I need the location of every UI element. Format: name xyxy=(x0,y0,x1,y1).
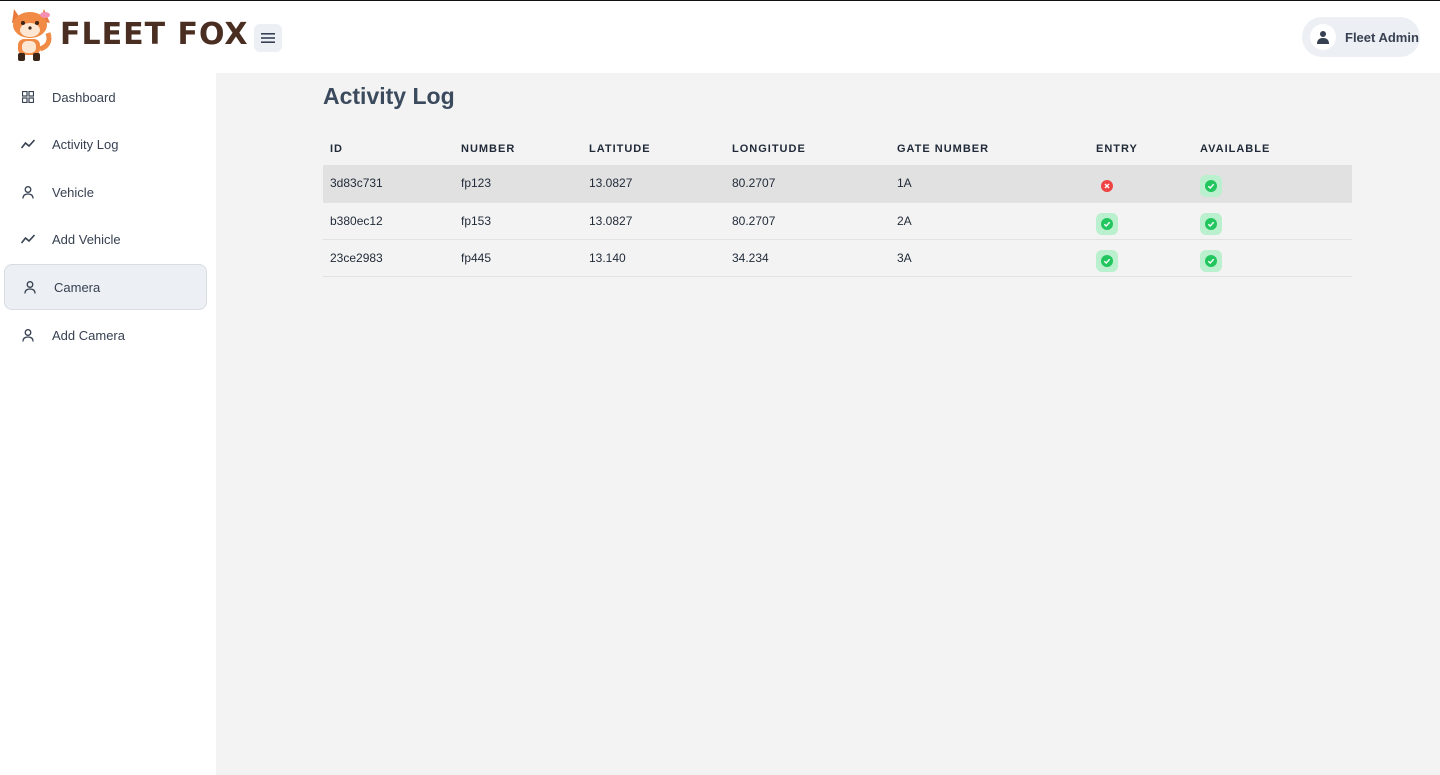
cell-gate: 2A xyxy=(890,202,1089,240)
cell-longitude: 34.234 xyxy=(725,239,890,277)
user-avatar-icon xyxy=(1317,31,1329,44)
cell-longitude: 80.2707 xyxy=(725,165,890,203)
sidebar-item-label: Dashboard xyxy=(52,89,116,105)
sidebar-item-label: Add Vehicle xyxy=(52,231,121,247)
menu-toggle-button[interactable] xyxy=(254,24,282,52)
status-badge xyxy=(1096,212,1118,235)
sidebar-item-vehicle[interactable]: Vehicle xyxy=(4,169,207,215)
user-icon xyxy=(22,279,38,295)
grid-icon xyxy=(20,89,36,105)
status-badge xyxy=(1096,175,1118,197)
user-menu-button[interactable]: Fleet Admin xyxy=(1302,17,1420,57)
check-circle-icon xyxy=(1101,217,1113,230)
sidebar-item-label: Add Camera xyxy=(52,327,125,343)
column-header-number[interactable]: NUMBER xyxy=(454,133,582,165)
check-circle-icon xyxy=(1205,180,1217,193)
check-circle-icon xyxy=(1205,254,1217,267)
cell-id: 23ce2983 xyxy=(323,239,454,277)
cell-available xyxy=(1193,239,1352,277)
sidebar-item-label: Camera xyxy=(54,279,101,295)
table-row[interactable]: 3d83c731 fp123 13.0827 80.2707 1A xyxy=(323,165,1352,203)
column-header-gate-number[interactable]: GATE NUMBER xyxy=(890,133,1089,165)
user-icon xyxy=(20,327,36,343)
cell-latitude: 13.0827 xyxy=(582,202,725,240)
cell-number: fp153 xyxy=(454,202,582,240)
hamburger-icon xyxy=(261,33,275,43)
user-name: Fleet Admin xyxy=(1345,29,1419,45)
trend-icon xyxy=(20,231,36,247)
x-circle-icon xyxy=(1101,180,1113,193)
user-icon xyxy=(20,184,36,200)
cell-entry xyxy=(1089,165,1193,203)
cell-gate: 3A xyxy=(890,239,1089,277)
sidebar-item-label: Activity Log xyxy=(52,136,119,152)
status-badge xyxy=(1200,249,1222,272)
column-header-longitude[interactable]: LONGITUDE xyxy=(725,133,890,165)
cell-latitude: 13.140 xyxy=(582,239,725,277)
brand-logo[interactable]: FLEET FOX xyxy=(8,5,249,63)
sidebar: Dashboard Activity Log Vehicle Add Vehic… xyxy=(0,73,216,775)
cell-number: fp123 xyxy=(454,165,582,203)
table-header-row: ID NUMBER LATITUDE LONGITUDE GATE NUMBER… xyxy=(323,133,1352,165)
column-header-entry[interactable]: ENTRY xyxy=(1089,133,1193,165)
cell-latitude: 13.0827 xyxy=(582,165,725,203)
sidebar-item-dashboard[interactable]: Dashboard xyxy=(4,74,207,120)
sidebar-item-add-camera[interactable]: Add Camera xyxy=(4,312,207,358)
cell-entry xyxy=(1089,202,1193,240)
cell-longitude: 80.2707 xyxy=(725,202,890,240)
cell-id: b380ec12 xyxy=(323,202,454,240)
fox-logo-icon xyxy=(12,9,52,61)
brand-name: FLEET FOX xyxy=(60,16,249,52)
sidebar-item-activity-log[interactable]: Activity Log xyxy=(4,121,207,167)
main-content: Activity Log ID NUMBER LATITUDE LONGITUD… xyxy=(216,73,1440,775)
column-header-available[interactable]: AVAILABLE xyxy=(1193,133,1352,165)
column-header-latitude[interactable]: LATITUDE xyxy=(582,133,725,165)
sidebar-item-add-vehicle[interactable]: Add Vehicle xyxy=(4,216,207,262)
page-title: Activity Log xyxy=(323,83,455,109)
cell-available xyxy=(1193,165,1352,203)
status-badge xyxy=(1096,249,1118,272)
status-badge xyxy=(1200,212,1222,235)
cell-entry xyxy=(1089,239,1193,277)
cell-gate: 1A xyxy=(890,165,1089,203)
cell-available xyxy=(1193,202,1352,240)
trend-icon xyxy=(20,136,36,152)
top-header: FLEET FOX Fleet Admin xyxy=(0,1,1440,73)
check-circle-icon xyxy=(1205,217,1217,230)
activity-log-table: ID NUMBER LATITUDE LONGITUDE GATE NUMBER… xyxy=(323,133,1352,277)
column-header-id[interactable]: ID xyxy=(323,133,454,165)
table-row[interactable]: 23ce2983 fp445 13.140 34.234 3A xyxy=(323,239,1352,277)
table-row[interactable]: b380ec12 fp153 13.0827 80.2707 2A xyxy=(323,202,1352,240)
sidebar-item-label: Vehicle xyxy=(52,184,94,200)
avatar xyxy=(1310,24,1336,50)
check-circle-icon xyxy=(1101,254,1113,267)
cell-number: fp445 xyxy=(454,239,582,277)
sidebar-item-camera[interactable]: Camera xyxy=(4,264,207,310)
status-badge xyxy=(1200,175,1222,198)
cell-id: 3d83c731 xyxy=(323,165,454,203)
